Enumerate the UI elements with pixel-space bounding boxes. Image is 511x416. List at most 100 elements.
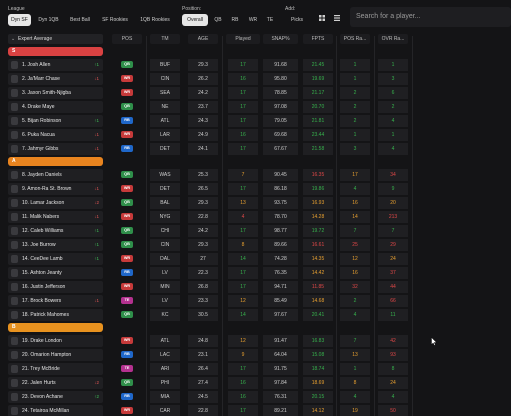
player-name[interactable]: 8. Jayden Daniels bbox=[22, 169, 62, 181]
player-card[interactable]: 4. Drake Maye bbox=[8, 101, 103, 113]
ovr-rank-cell: 29 bbox=[390, 242, 396, 248]
column-header-tm[interactable]: TM bbox=[150, 34, 180, 44]
table-row[interactable]: 13. Joe Burrow ↑1 QB CIN 29.3 8 89.66 16.61 25 29 bbox=[0, 238, 511, 252]
player-name[interactable]: 6. Puka Nacua bbox=[22, 129, 55, 141]
table-row[interactable]: 2. Ja'Marr Chase ↓1 WR CIN 26.2 16 95.80 19.69 1… bbox=[0, 72, 511, 86]
column-header-ovr-rank[interactable]: OVR Ra... bbox=[378, 34, 408, 44]
column-header-played[interactable]: Played bbox=[226, 34, 260, 44]
tab-te[interactable]: TE bbox=[263, 14, 277, 26]
player-name[interactable]: 2. Ja'Marr Chase bbox=[22, 73, 60, 85]
column-header-age[interactable]: AGE bbox=[188, 34, 218, 44]
player-card[interactable]: 11. Malik Nabers ↓1 bbox=[8, 211, 103, 223]
player-card[interactable]: 23. Devon Achane ↑2 bbox=[8, 391, 103, 403]
table-row[interactable]: 5. Bijan Robinson ↑1 RB ATL 24.3 17 79.05 21.81… bbox=[0, 114, 511, 128]
player-card[interactable]: 5. Bijan Robinson ↑1 bbox=[8, 115, 103, 127]
column-header-pos-rank[interactable]: POS Ra... bbox=[340, 34, 370, 44]
player-card[interactable]: 19. Drake London bbox=[8, 335, 103, 347]
table-row[interactable]: 16. Justin Jefferson WR MIN 26.8 17 94.71 11.8… bbox=[0, 280, 511, 294]
table-row[interactable]: 22. Jalen Hurts ↓2 QB PHI 27.4 16 97.84 18.69 8 2… bbox=[0, 376, 511, 390]
player-name[interactable]: 18. Patrick Mahomes bbox=[22, 309, 69, 321]
player-card[interactable]: 15. Ashton Jeanty bbox=[8, 267, 103, 279]
player-name[interactable]: 17. Brock Bowers bbox=[22, 295, 61, 307]
player-name[interactable]: 24. Tetairoa McMillan bbox=[22, 405, 69, 416]
player-card[interactable]: 14. CeeDee Lamb ↑1 bbox=[8, 253, 103, 265]
snap-pct-cell: 97.84 bbox=[274, 380, 287, 386]
player-card[interactable]: 18. Patrick Mahomes bbox=[8, 309, 103, 321]
tab-1qb-rookies[interactable]: 1QB Rookies bbox=[137, 14, 173, 26]
table-row[interactable]: 18. Patrick Mahomes QB KC 30.5 14 97.67 20.41 4… bbox=[0, 308, 511, 322]
column-header-snaps[interactable]: SNAP% bbox=[263, 34, 298, 44]
player-card[interactable]: 3. Jaxon Smith-Njigba bbox=[8, 87, 103, 99]
player-card[interactable]: 9. Amon-Ra St. Brown ↓1 bbox=[8, 183, 103, 195]
player-card[interactable]: 17. Brock Bowers ↓1 bbox=[8, 295, 103, 307]
table-row[interactable]: 6. Puka Nacua ↓1 WR LAR 24.9 16 69.68 23.44 1 1 bbox=[0, 128, 511, 142]
player-name[interactable]: 1. Josh Allen bbox=[22, 59, 50, 71]
player-card[interactable]: 21. Trey McBride bbox=[8, 363, 103, 375]
player-name[interactable]: 11. Malik Nabers bbox=[22, 211, 59, 223]
table-row[interactable]: 24. Tetairoa McMillan WR CAR 22.8 17 89.21 14.… bbox=[0, 404, 511, 416]
player-name[interactable]: 5. Bijan Robinson bbox=[22, 115, 61, 127]
column-header-fpts[interactable]: FPTS bbox=[303, 34, 333, 44]
list-view-icon[interactable] bbox=[331, 14, 343, 26]
tab-overall[interactable]: Overall bbox=[182, 14, 208, 26]
player-name[interactable]: 3. Jaxon Smith-Njigba bbox=[22, 87, 71, 99]
table-row[interactable]: 10. Lamar Jackson ↓2 QB BAL 29.3 13 93.75 16.93… bbox=[0, 196, 511, 210]
table-row[interactable]: 15. Ashton Jeanty RB LV 22.3 17 76.35 14.42 16 3… bbox=[0, 266, 511, 280]
player-card[interactable]: 20. Omarion Hampton bbox=[8, 349, 103, 361]
player-name[interactable]: 7. Jahmyr Gibbs bbox=[22, 143, 58, 155]
player-name[interactable]: 22. Jalen Hurts bbox=[22, 377, 56, 389]
table-row[interactable]: 11. Malik Nabers ↓1 WR NYG 22.8 4 78.70 14.28 14… bbox=[0, 210, 511, 224]
tab-best-ball[interactable]: Best Ball bbox=[66, 14, 94, 26]
player-name[interactable]: 16. Justin Jefferson bbox=[22, 281, 65, 293]
table-row[interactable]: 23. Devon Achane ↑2 RB MIA 24.5 16 76.31 20.15 4… bbox=[0, 390, 511, 404]
player-card[interactable]: 12. Caleb Williams ↑1 bbox=[8, 225, 103, 237]
player-name[interactable]: 13. Joe Burrow bbox=[22, 239, 56, 251]
position-badge: QB bbox=[121, 103, 133, 110]
player-card[interactable]: 16. Justin Jefferson bbox=[8, 281, 103, 293]
player-name[interactable]: 10. Lamar Jackson bbox=[22, 197, 64, 209]
table-row[interactable]: 4. Drake Maye QB NE 23.7 17 97.08 20.70 2 2 bbox=[0, 100, 511, 114]
table-row[interactable]: 14. CeeDee Lamb ↑1 WR DAL 27 14 74.28 14.35 12 24 bbox=[0, 252, 511, 266]
player-card[interactable]: 24. Tetairoa McMillan bbox=[8, 405, 103, 416]
tab-rb[interactable]: RB bbox=[228, 14, 242, 26]
player-card[interactable]: 2. Ja'Marr Chase ↓1 bbox=[8, 73, 103, 85]
tab-dyn-1qb[interactable]: Dyn 1QB bbox=[35, 14, 62, 26]
search-input[interactable]: Search for a player... bbox=[350, 7, 511, 27]
pos-rank-cell: 12 bbox=[352, 256, 358, 262]
player-card[interactable]: 13. Joe Burrow ↑1 bbox=[8, 239, 103, 251]
table-row[interactable]: 9. Amon-Ra St. Brown ↓1 WR DET 26.5 17 86.18 19… bbox=[0, 182, 511, 196]
table-row[interactable]: 17. Brock Bowers ↓1 TE LV 23.3 12 85.49 14.68 2 6… bbox=[0, 294, 511, 308]
tab-wr[interactable]: WR bbox=[246, 14, 260, 26]
table-row[interactable]: 20. Omarion Hampton RB LAC 23.1 9 64.04 15.08 1… bbox=[0, 348, 511, 362]
tab-dyn-sf[interactable]: Dyn SF bbox=[8, 14, 31, 26]
table-row[interactable]: 12. Caleb Williams ↑1 QB CHI 24.2 17 98.77 19.7… bbox=[0, 224, 511, 238]
player-name[interactable]: 12. Caleb Williams bbox=[22, 225, 63, 237]
table-row[interactable]: 3. Jaxon Smith-Njigba WR SEA 24.2 17 78.85 21.… bbox=[0, 86, 511, 100]
player-name[interactable]: 9. Amon-Ra St. Brown bbox=[22, 183, 71, 195]
player-name[interactable]: 4. Drake Maye bbox=[22, 101, 55, 113]
grid-view-icon[interactable] bbox=[316, 14, 328, 26]
player-name[interactable]: 19. Drake London bbox=[22, 335, 62, 347]
table-row[interactable]: 21. Trey McBride TE ARI 26.4 17 91.75 18.74 1 8 bbox=[0, 362, 511, 376]
player-card[interactable]: 7. Jahmyr Gibbs ↓1 bbox=[8, 143, 103, 155]
sort-select[interactable]: ⌄ Expert Average bbox=[8, 34, 103, 44]
tab-sf-rookies[interactable]: SF Rookies bbox=[98, 14, 132, 26]
column-header-pos[interactable]: POS bbox=[112, 34, 142, 44]
player-name[interactable]: 14. CeeDee Lamb bbox=[22, 253, 63, 265]
position-badge: WR bbox=[121, 407, 133, 414]
player-name[interactable]: 15. Ashton Jeanty bbox=[22, 267, 62, 279]
player-card[interactable]: 6. Puka Nacua ↓1 bbox=[8, 129, 103, 141]
tab-picks[interactable]: Picks bbox=[285, 14, 309, 26]
player-card[interactable]: 1. Josh Allen ↑1 bbox=[8, 59, 103, 71]
table-row[interactable]: 7. Jahmyr Gibbs ↓1 RB DET 24.1 17 67.67 21.58 3 4 bbox=[0, 142, 511, 156]
table-row[interactable]: 1. Josh Allen ↑1 QB BUF 29.3 17 91.68 21.45 1 1 bbox=[0, 58, 511, 72]
snap-pct-cell: 89.66 bbox=[274, 242, 287, 248]
player-card[interactable]: 10. Lamar Jackson ↓2 bbox=[8, 197, 103, 209]
player-name[interactable]: 20. Omarion Hampton bbox=[22, 349, 71, 361]
table-row[interactable]: 8. Jayden Daniels QB WAS 25.3 7 90.45 16.35 17 3… bbox=[0, 168, 511, 182]
tab-qb[interactable]: QB bbox=[211, 14, 225, 26]
player-card[interactable]: 8. Jayden Daniels bbox=[8, 169, 103, 181]
player-name[interactable]: 21. Trey McBride bbox=[22, 363, 60, 375]
player-card[interactable]: 22. Jalen Hurts ↓2 bbox=[8, 377, 103, 389]
player-name[interactable]: 23. Devon Achane bbox=[22, 391, 63, 403]
